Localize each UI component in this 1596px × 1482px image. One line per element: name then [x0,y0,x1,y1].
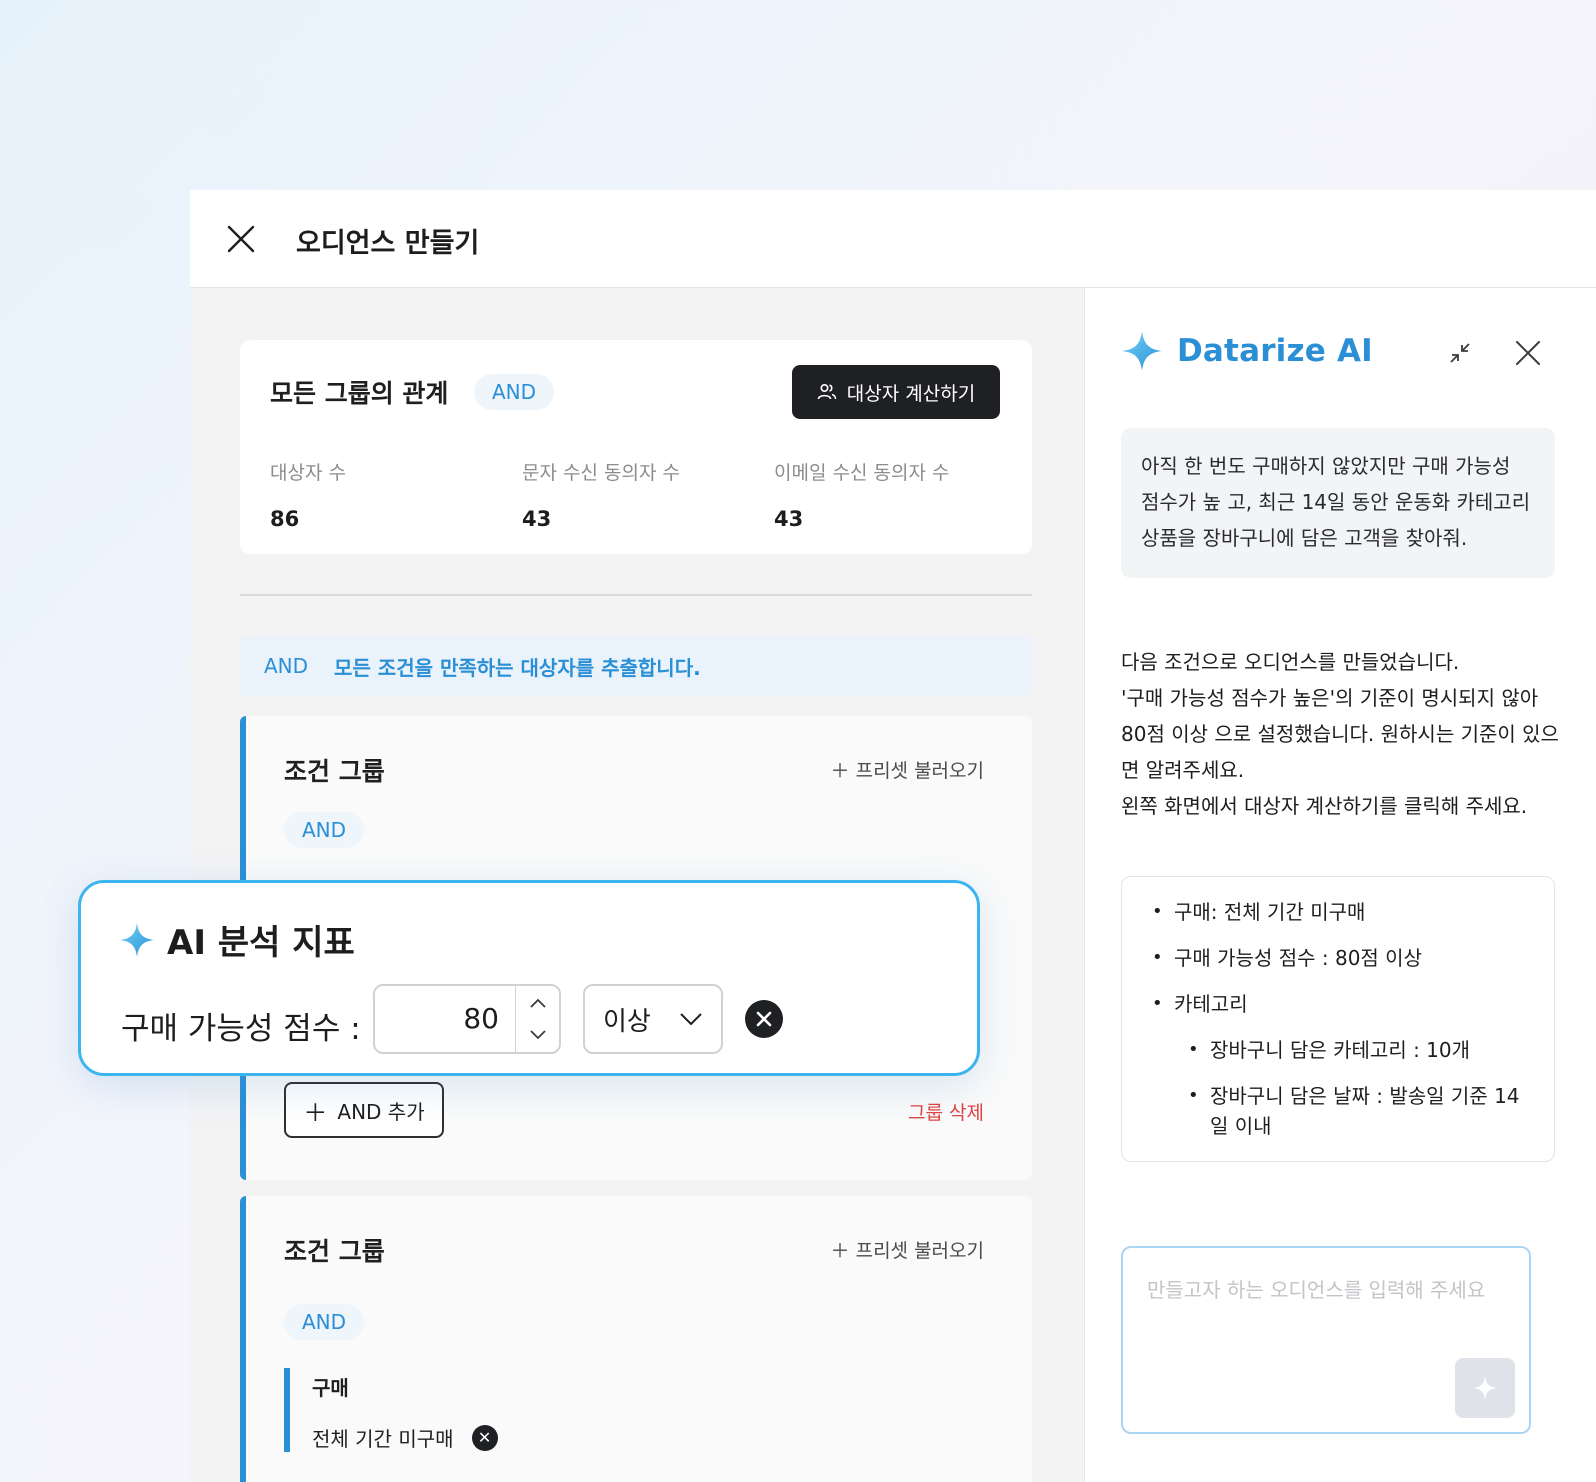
sparkle-send-icon [1473,1376,1497,1400]
stat-label: 문자 수신 동의자 수 [522,462,680,484]
ai-response-line: 왼쪽 화면에서 대상자 계산하기를 클릭해 주세요. [1121,794,1528,818]
remove-metric-button[interactable] [745,1000,783,1038]
chevron-down-icon [680,1013,702,1026]
stat-sms-consent: 문자 수신 동의자 수 43 [522,458,680,531]
users-icon [817,383,837,400]
summary-item: 구매: 전체 기간 미구매 [1142,897,1534,927]
comparator-select[interactable]: 이상 [583,984,723,1054]
preset-label: 프리셋 불러오기 [855,1240,984,1262]
load-preset-button[interactable]: ＋ 프리셋 불러오기 [831,1236,984,1263]
ai-metric-card: AI 분석 지표 구매 가능성 점수 : 80 이상 [78,880,980,1076]
window-title: 오디언스 만들기 [296,228,480,259]
decrement-button[interactable] [516,1018,560,1052]
condition-value-row: 전체 기간 미구매 ✕ [312,1423,498,1452]
audience-builder-window: 오디언스 만들기 모든 그룹의 관계 AND 대상자 계산하기 대상자 수 86… [190,190,1596,1482]
condition-title: 구매 [312,1376,349,1400]
add-and-label: AND 추가 [337,1099,425,1124]
add-and-button[interactable]: ＋ AND 추가 [284,1082,444,1138]
summary-title: 모든 그룹의 관계 [270,379,449,408]
chevron-up-icon [530,998,546,1008]
group-operator-badge[interactable]: AND [284,1304,365,1340]
sparkle-icon [119,922,155,957]
chat-input-placeholder: 만들고자 하는 오디언스를 입력해 주세요 [1147,1278,1486,1302]
user-message: 아직 한 번도 구매하지 않았지만 구매 가능성 점수가 높 고, 최근 14일… [1121,428,1555,578]
stat-audience: 대상자 수 86 [270,458,346,531]
ai-assistant-panel: Datarize AI 아직 한 번도 구매하지 않았지만 구매 가능성 점수가… [1084,288,1596,1482]
condition-value: 전체 기간 미구매 [312,1427,454,1451]
ai-response-line: '구매 가능성 점수가 높은'의 기준이 명시되지 않아 80점 이상 으로 설… [1121,686,1559,782]
titlebar: 오디언스 만들기 [190,190,1596,288]
ai-brand-name: Datarize AI [1177,333,1373,369]
remove-condition-icon[interactable]: ✕ [471,1424,498,1451]
summary-card: 모든 그룹의 관계 AND 대상자 계산하기 대상자 수 86 문자 수신 동의… [240,340,1032,554]
calculate-audience-button[interactable]: 대상자 계산하기 [792,365,1000,419]
load-preset-button[interactable]: ＋ 프리셋 불러오기 [831,756,984,783]
relation-badge[interactable]: AND [474,374,555,410]
ai-response-line: 다음 조건으로 오디언스를 만들었습니다. [1121,650,1460,674]
close-icon [756,1011,772,1027]
divider [240,594,1032,596]
score-value: 80 [463,1002,499,1035]
info-bar: AND 모든 조건을 만족하는 대상자를 추출합니다. [240,636,1032,696]
sparkle-icon [1122,331,1162,371]
summary-item: 구매 가능성 점수 : 80점 이상 [1142,943,1534,973]
close-panel-icon[interactable] [1515,340,1541,366]
group-title: 조건 그룹 [284,1237,385,1266]
condition-summary-box: 구매: 전체 기간 미구매 구매 가능성 점수 : 80점 이상 카테고리 장바… [1121,876,1555,1162]
purchase-score-label: 구매 가능성 점수 : [121,1011,361,1047]
summary-sub-item: 장바구니 담은 카테고리 : 10개 [1178,1035,1534,1065]
send-button[interactable] [1455,1358,1515,1418]
score-number-input[interactable]: 80 [373,984,561,1054]
info-operator: AND [264,654,309,678]
increment-button[interactable] [516,986,560,1020]
plus-icon: ＋ [303,1098,328,1127]
brand-suffix: AI [1336,333,1373,369]
condition-group-2: 조건 그룹 ＋ 프리셋 불러오기 AND 구매 전체 기간 미구매 ✕ [240,1196,1032,1482]
stat-email-consent: 이메일 수신 동의자 수 43 [774,458,949,531]
preset-label: 프리셋 불러오기 [855,760,984,782]
ai-response: 다음 조건으로 오디언스를 만들었습니다. '구매 가능성 점수가 높은'의 기… [1121,644,1561,824]
summary-sub-item: 장바구니 담은 날짜 : 발송일 기준 14일 이내 [1178,1081,1534,1141]
ai-brand: Datarize AI [1121,330,1373,372]
comparator-value: 이상 [603,1006,651,1037]
stat-label: 대상자 수 [270,462,346,484]
chat-input[interactable]: 만들고자 하는 오디언스를 입력해 주세요 [1121,1246,1531,1434]
group-title: 조건 그룹 [284,757,385,786]
info-text: 모든 조건을 만족하는 대상자를 추출합니다. [334,655,701,680]
brand-text: Datarize [1177,333,1326,369]
close-icon[interactable] [226,224,256,254]
ai-metric-header: AI 분석 지표 [119,915,355,964]
minimize-icon[interactable] [1447,340,1473,366]
summary-item: 카테고리 [1142,989,1534,1019]
score-stepper [515,986,559,1052]
ai-metric-title: AI 분석 지표 [167,923,355,963]
stat-value: 86 [270,507,300,531]
calculate-label: 대상자 계산하기 [846,382,976,405]
condition-item: 구매 전체 기간 미구매 ✕ [284,1368,498,1452]
group-operator-badge[interactable]: AND [284,812,365,848]
stat-label: 이메일 수신 동의자 수 [774,462,950,484]
chevron-down-icon [530,1030,546,1040]
stat-value: 43 [522,507,552,531]
stat-value: 43 [774,507,804,531]
delete-group-button[interactable]: 그룹 삭제 [908,1098,984,1125]
